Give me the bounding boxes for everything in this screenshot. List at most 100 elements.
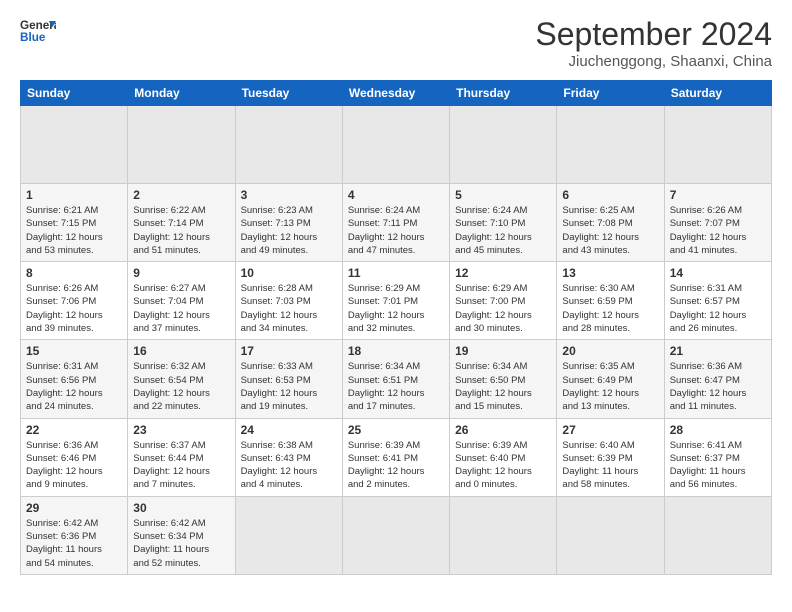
sunset-text: Sunset: 6:36 PM <box>26 531 96 542</box>
day-info: Sunrise: 6:31 AM Sunset: 6:56 PM Dayligh… <box>26 360 122 413</box>
day-number: 11 <box>348 266 444 280</box>
day-info: Sunrise: 6:27 AM Sunset: 7:04 PM Dayligh… <box>133 282 229 335</box>
header: General Blue September 2024 Jiuchenggong… <box>20 16 772 70</box>
day-info: Sunrise: 6:23 AM Sunset: 7:13 PM Dayligh… <box>241 204 337 257</box>
day-number: 14 <box>670 266 766 280</box>
daylight-label: Daylight: 11 hours <box>670 466 746 477</box>
table-row: 17 Sunrise: 6:33 AM Sunset: 6:53 PM Dayl… <box>235 340 342 418</box>
day-info: Sunrise: 6:42 AM Sunset: 6:34 PM Dayligh… <box>133 517 229 570</box>
title-section: September 2024 Jiuchenggong, Shaanxi, Ch… <box>535 16 772 70</box>
table-row <box>557 106 664 184</box>
sunset-text: Sunset: 6:47 PM <box>670 375 740 386</box>
day-info: Sunrise: 6:24 AM Sunset: 7:11 PM Dayligh… <box>348 204 444 257</box>
sunset-text: Sunset: 6:37 PM <box>670 453 740 464</box>
sunset-text: Sunset: 7:13 PM <box>241 218 311 229</box>
daylight-label: Daylight: 12 hours <box>26 310 103 321</box>
daylight-duration: and 34 minutes. <box>241 323 309 334</box>
day-number: 29 <box>26 501 122 515</box>
day-number: 17 <box>241 344 337 358</box>
sunset-text: Sunset: 7:08 PM <box>562 218 632 229</box>
sunrise-text: Sunrise: 6:42 AM <box>133 518 205 529</box>
daylight-label: Daylight: 12 hours <box>26 466 103 477</box>
day-info: Sunrise: 6:33 AM Sunset: 6:53 PM Dayligh… <box>241 360 337 413</box>
daylight-duration: and 19 minutes. <box>241 401 309 412</box>
day-info: Sunrise: 6:35 AM Sunset: 6:49 PM Dayligh… <box>562 360 658 413</box>
day-number: 30 <box>133 501 229 515</box>
table-row: 12 Sunrise: 6:29 AM Sunset: 7:00 PM Dayl… <box>450 262 557 340</box>
table-row: 3 Sunrise: 6:23 AM Sunset: 7:13 PM Dayli… <box>235 184 342 262</box>
sunrise-text: Sunrise: 6:27 AM <box>133 283 205 294</box>
daylight-label: Daylight: 12 hours <box>455 310 532 321</box>
day-number: 12 <box>455 266 551 280</box>
daylight-duration: and 43 minutes. <box>562 245 630 256</box>
daylight-duration: and 11 minutes. <box>670 401 737 412</box>
sunset-text: Sunset: 6:56 PM <box>26 375 96 386</box>
day-info: Sunrise: 6:42 AM Sunset: 6:36 PM Dayligh… <box>26 517 122 570</box>
col-wednesday: Wednesday <box>342 81 449 106</box>
day-number: 1 <box>26 188 122 202</box>
daylight-label: Daylight: 12 hours <box>455 232 532 243</box>
logo: General Blue <box>20 16 56 44</box>
daylight-label: Daylight: 12 hours <box>455 388 532 399</box>
daylight-label: Daylight: 12 hours <box>348 232 425 243</box>
table-row: 11 Sunrise: 6:29 AM Sunset: 7:01 PM Dayl… <box>342 262 449 340</box>
calendar-week-3: 15 Sunrise: 6:31 AM Sunset: 6:56 PM Dayl… <box>21 340 772 418</box>
sunrise-text: Sunrise: 6:32 AM <box>133 361 205 372</box>
daylight-duration: and 49 minutes. <box>241 245 309 256</box>
sunrise-text: Sunrise: 6:22 AM <box>133 205 205 216</box>
sunrise-text: Sunrise: 6:29 AM <box>455 283 527 294</box>
sunrise-text: Sunrise: 6:29 AM <box>348 283 420 294</box>
day-info: Sunrise: 6:36 AM Sunset: 6:47 PM Dayligh… <box>670 360 766 413</box>
day-number: 7 <box>670 188 766 202</box>
sunset-text: Sunset: 6:39 PM <box>562 453 632 464</box>
sunrise-text: Sunrise: 6:34 AM <box>348 361 420 372</box>
sunrise-text: Sunrise: 6:42 AM <box>26 518 98 529</box>
daylight-label: Daylight: 12 hours <box>26 232 103 243</box>
daylight-label: Daylight: 12 hours <box>562 310 639 321</box>
col-friday: Friday <box>557 81 664 106</box>
daylight-label: Daylight: 12 hours <box>348 310 425 321</box>
sunset-text: Sunset: 7:11 PM <box>348 218 418 229</box>
calendar-week-2: 8 Sunrise: 6:26 AM Sunset: 7:06 PM Dayli… <box>21 262 772 340</box>
page: General Blue September 2024 Jiuchenggong… <box>0 0 792 612</box>
sunset-text: Sunset: 7:14 PM <box>133 218 203 229</box>
table-row: 27 Sunrise: 6:40 AM Sunset: 6:39 PM Dayl… <box>557 418 664 496</box>
day-number: 10 <box>241 266 337 280</box>
col-sunday: Sunday <box>21 81 128 106</box>
table-row: 14 Sunrise: 6:31 AM Sunset: 6:57 PM Dayl… <box>664 262 771 340</box>
day-number: 25 <box>348 423 444 437</box>
day-info: Sunrise: 6:29 AM Sunset: 7:00 PM Dayligh… <box>455 282 551 335</box>
table-row: 21 Sunrise: 6:36 AM Sunset: 6:47 PM Dayl… <box>664 340 771 418</box>
day-info: Sunrise: 6:30 AM Sunset: 6:59 PM Dayligh… <box>562 282 658 335</box>
sunset-text: Sunset: 7:10 PM <box>455 218 525 229</box>
daylight-label: Daylight: 12 hours <box>670 232 747 243</box>
day-number: 2 <box>133 188 229 202</box>
sunset-text: Sunset: 6:57 PM <box>670 296 740 307</box>
day-number: 15 <box>26 344 122 358</box>
table-row <box>450 106 557 184</box>
sunrise-text: Sunrise: 6:33 AM <box>241 361 313 372</box>
table-row: 24 Sunrise: 6:38 AM Sunset: 6:43 PM Dayl… <box>235 418 342 496</box>
col-thursday: Thursday <box>450 81 557 106</box>
daylight-duration: and 32 minutes. <box>348 323 416 334</box>
day-number: 5 <box>455 188 551 202</box>
daylight-duration: and 7 minutes. <box>133 479 195 490</box>
col-monday: Monday <box>128 81 235 106</box>
day-info: Sunrise: 6:39 AM Sunset: 6:40 PM Dayligh… <box>455 439 551 492</box>
table-row: 9 Sunrise: 6:27 AM Sunset: 7:04 PM Dayli… <box>128 262 235 340</box>
sunrise-text: Sunrise: 6:38 AM <box>241 440 313 451</box>
daylight-duration: and 17 minutes. <box>348 401 416 412</box>
sunrise-text: Sunrise: 6:23 AM <box>241 205 313 216</box>
sunrise-text: Sunrise: 6:26 AM <box>26 283 98 294</box>
day-number: 9 <box>133 266 229 280</box>
day-number: 4 <box>348 188 444 202</box>
sunrise-text: Sunrise: 6:39 AM <box>455 440 527 451</box>
table-row <box>664 496 771 574</box>
table-row: 30 Sunrise: 6:42 AM Sunset: 6:34 PM Dayl… <box>128 496 235 574</box>
calendar-week-5: 29 Sunrise: 6:42 AM Sunset: 6:36 PM Dayl… <box>21 496 772 574</box>
logo-icon: General Blue <box>20 16 56 44</box>
day-number: 21 <box>670 344 766 358</box>
day-info: Sunrise: 6:39 AM Sunset: 6:41 PM Dayligh… <box>348 439 444 492</box>
col-tuesday: Tuesday <box>235 81 342 106</box>
calendar: Sunday Monday Tuesday Wednesday Thursday… <box>20 80 772 575</box>
